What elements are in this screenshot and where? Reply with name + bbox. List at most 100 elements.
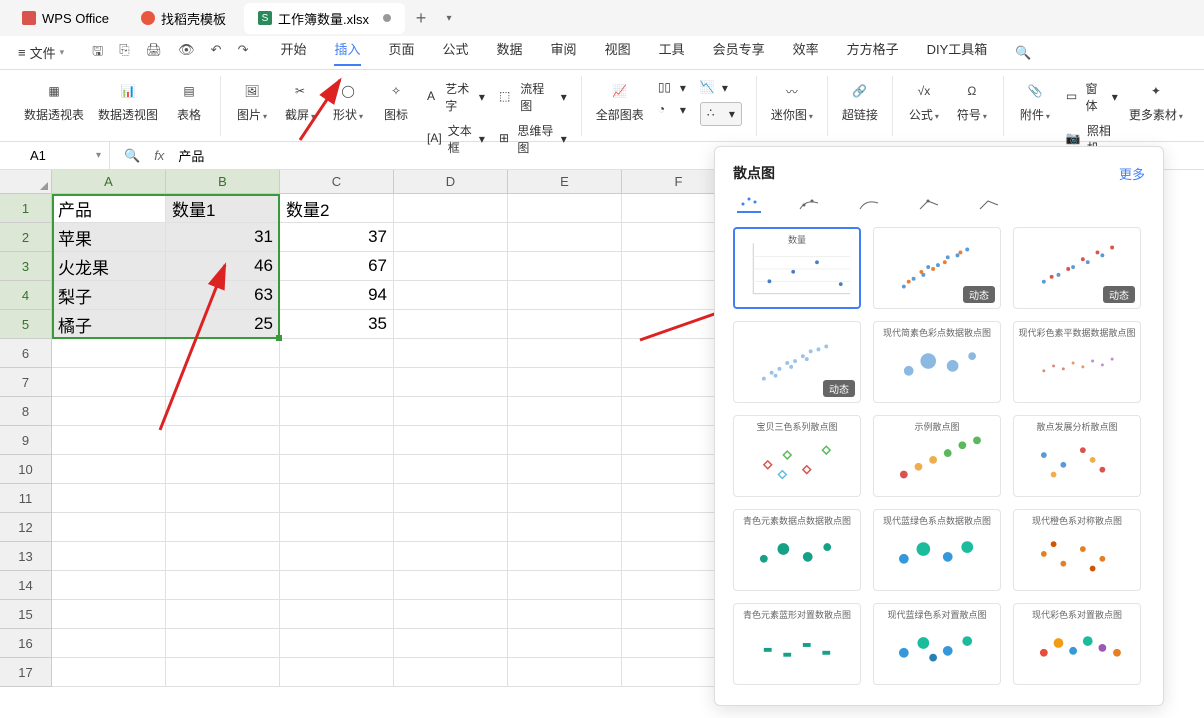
chart-thumbnail[interactable]: 现代彩色系对置散点图 — [1013, 603, 1141, 685]
select-all-corner[interactable] — [0, 170, 52, 194]
cell[interactable] — [394, 455, 508, 484]
chart-thumbnail[interactable]: 现代蓝绿色系点数据散点图 — [873, 509, 1001, 591]
cell[interactable] — [508, 252, 622, 281]
row-header[interactable]: 11 — [0, 484, 52, 513]
cell[interactable]: 46 — [166, 252, 280, 281]
cell[interactable] — [52, 397, 166, 426]
cell-area[interactable]: 产品 数量1 数量2 苹果 31 37 火龙果 46 67 梨子 — [52, 194, 736, 687]
table-button[interactable]: ▤表格 — [172, 76, 206, 123]
scatter-line-type-icon[interactable] — [857, 195, 881, 213]
scatter-smooth-type-icon[interactable] — [797, 195, 821, 213]
row-header[interactable]: 7 — [0, 368, 52, 397]
cell[interactable] — [508, 339, 622, 368]
cell[interactable]: 数量1 — [166, 194, 280, 223]
cell[interactable] — [394, 600, 508, 629]
chart-thumbnail[interactable]: 散点发展分析散点图 — [1013, 415, 1141, 497]
row-header[interactable]: 10 — [0, 455, 52, 484]
popup-more-link[interactable]: 更多 — [1119, 164, 1145, 183]
cell[interactable] — [394, 397, 508, 426]
cell[interactable] — [394, 252, 508, 281]
cell[interactable]: 火龙果 — [52, 252, 166, 281]
scatter-straight-marker-type-icon[interactable] — [917, 195, 941, 213]
cell[interactable] — [280, 397, 394, 426]
col-header[interactable]: B — [166, 170, 280, 194]
attachment-button[interactable]: 📎附件▾ — [1018, 76, 1052, 123]
sparkline-button[interactable]: 〰迷你图▾ — [771, 76, 813, 123]
preview-icon[interactable]: 👁 — [178, 42, 195, 64]
cell[interactable] — [52, 339, 166, 368]
cell[interactable] — [508, 600, 622, 629]
cell[interactable] — [508, 455, 622, 484]
cell[interactable] — [280, 542, 394, 571]
cell[interactable] — [166, 658, 280, 687]
search-icon[interactable]: 🔍 — [1015, 45, 1031, 61]
row-header[interactable]: 5 — [0, 310, 52, 339]
formula-content[interactable]: 产品 — [178, 146, 204, 165]
cell[interactable]: 63 — [166, 281, 280, 310]
file-menu[interactable]: ≡ 文件 ▾ — [14, 39, 68, 66]
cell[interactable] — [394, 484, 508, 513]
name-box[interactable]: A1 ▾ — [0, 142, 110, 169]
chart-thumbnail[interactable]: 动态 — [873, 227, 1001, 309]
cell[interactable] — [52, 426, 166, 455]
fx-icon[interactable]: fx — [154, 148, 164, 163]
cell[interactable] — [166, 542, 280, 571]
all-charts-button[interactable]: 📈全部图表 — [596, 76, 644, 123]
cell[interactable] — [280, 629, 394, 658]
more-materials-button[interactable]: ✦更多素材▾ — [1132, 76, 1180, 123]
row-header[interactable]: 13 — [0, 542, 52, 571]
mindmap-button[interactable]: ⊞思维导图▾ — [499, 122, 567, 156]
cell[interactable] — [280, 600, 394, 629]
chart-thumbnail[interactable]: 动态 — [733, 321, 861, 403]
picture-button[interactable]: 🖼图片▾ — [235, 76, 269, 123]
cell[interactable] — [508, 310, 622, 339]
undo-icon[interactable]: ↶ — [211, 42, 222, 64]
chart-thumbnail[interactable]: 现代橙色系对称散点图 — [1013, 509, 1141, 591]
cell[interactable] — [166, 600, 280, 629]
row-header[interactable]: 14 — [0, 571, 52, 600]
cell[interactable] — [394, 194, 508, 223]
row-header[interactable]: 6 — [0, 339, 52, 368]
cell[interactable] — [280, 368, 394, 397]
cell[interactable] — [52, 484, 166, 513]
cell[interactable] — [280, 484, 394, 513]
cell[interactable] — [280, 339, 394, 368]
row-header[interactable]: 1 — [0, 194, 52, 223]
cell[interactable] — [508, 658, 622, 687]
cell[interactable] — [394, 368, 508, 397]
chart-thumbnail[interactable]: 示例散点图 — [873, 415, 1001, 497]
cell[interactable] — [394, 281, 508, 310]
screenshot-button[interactable]: ✂截屏▾ — [283, 76, 317, 123]
print-icon[interactable]: 🖨 — [146, 42, 163, 64]
cell[interactable] — [394, 513, 508, 542]
cell[interactable] — [394, 310, 508, 339]
tab-insert[interactable]: 插入 — [334, 39, 360, 66]
row-header[interactable]: 4 — [0, 281, 52, 310]
hyperlink-button[interactable]: 🔗超链接 — [842, 76, 878, 123]
row-header[interactable]: 17 — [0, 658, 52, 687]
cell[interactable]: 苹果 — [52, 223, 166, 252]
cell[interactable] — [52, 629, 166, 658]
cell[interactable]: 67 — [280, 252, 394, 281]
cell[interactable] — [394, 426, 508, 455]
flowchart-button[interactable]: ⬚流程图▾ — [499, 80, 567, 114]
cell[interactable] — [508, 397, 622, 426]
row-header[interactable]: 8 — [0, 397, 52, 426]
cell[interactable] — [280, 455, 394, 484]
cell[interactable] — [166, 397, 280, 426]
cell[interactable] — [166, 513, 280, 542]
tab-formula[interactable]: 公式 — [443, 39, 469, 66]
chart-thumbnail[interactable]: 动态 — [1013, 227, 1141, 309]
cell[interactable] — [52, 513, 166, 542]
chart-thumbnail[interactable]: 现代彩色素平数据数据散点图 — [1013, 321, 1141, 403]
tab-template[interactable]: 找稻壳模板 — [127, 3, 240, 34]
scatter-type-icon[interactable] — [737, 195, 761, 213]
row-header[interactable]: 16 — [0, 629, 52, 658]
cell[interactable] — [508, 194, 622, 223]
cell[interactable] — [166, 339, 280, 368]
new-icon[interactable]: ⎘ — [119, 42, 129, 64]
tab-efficiency[interactable]: 效率 — [793, 39, 819, 66]
cell[interactable] — [508, 368, 622, 397]
chart-thumbnail[interactable]: 青色元素数据点数据散点图 — [733, 509, 861, 591]
save-icon[interactable]: 🖫 — [92, 42, 103, 64]
